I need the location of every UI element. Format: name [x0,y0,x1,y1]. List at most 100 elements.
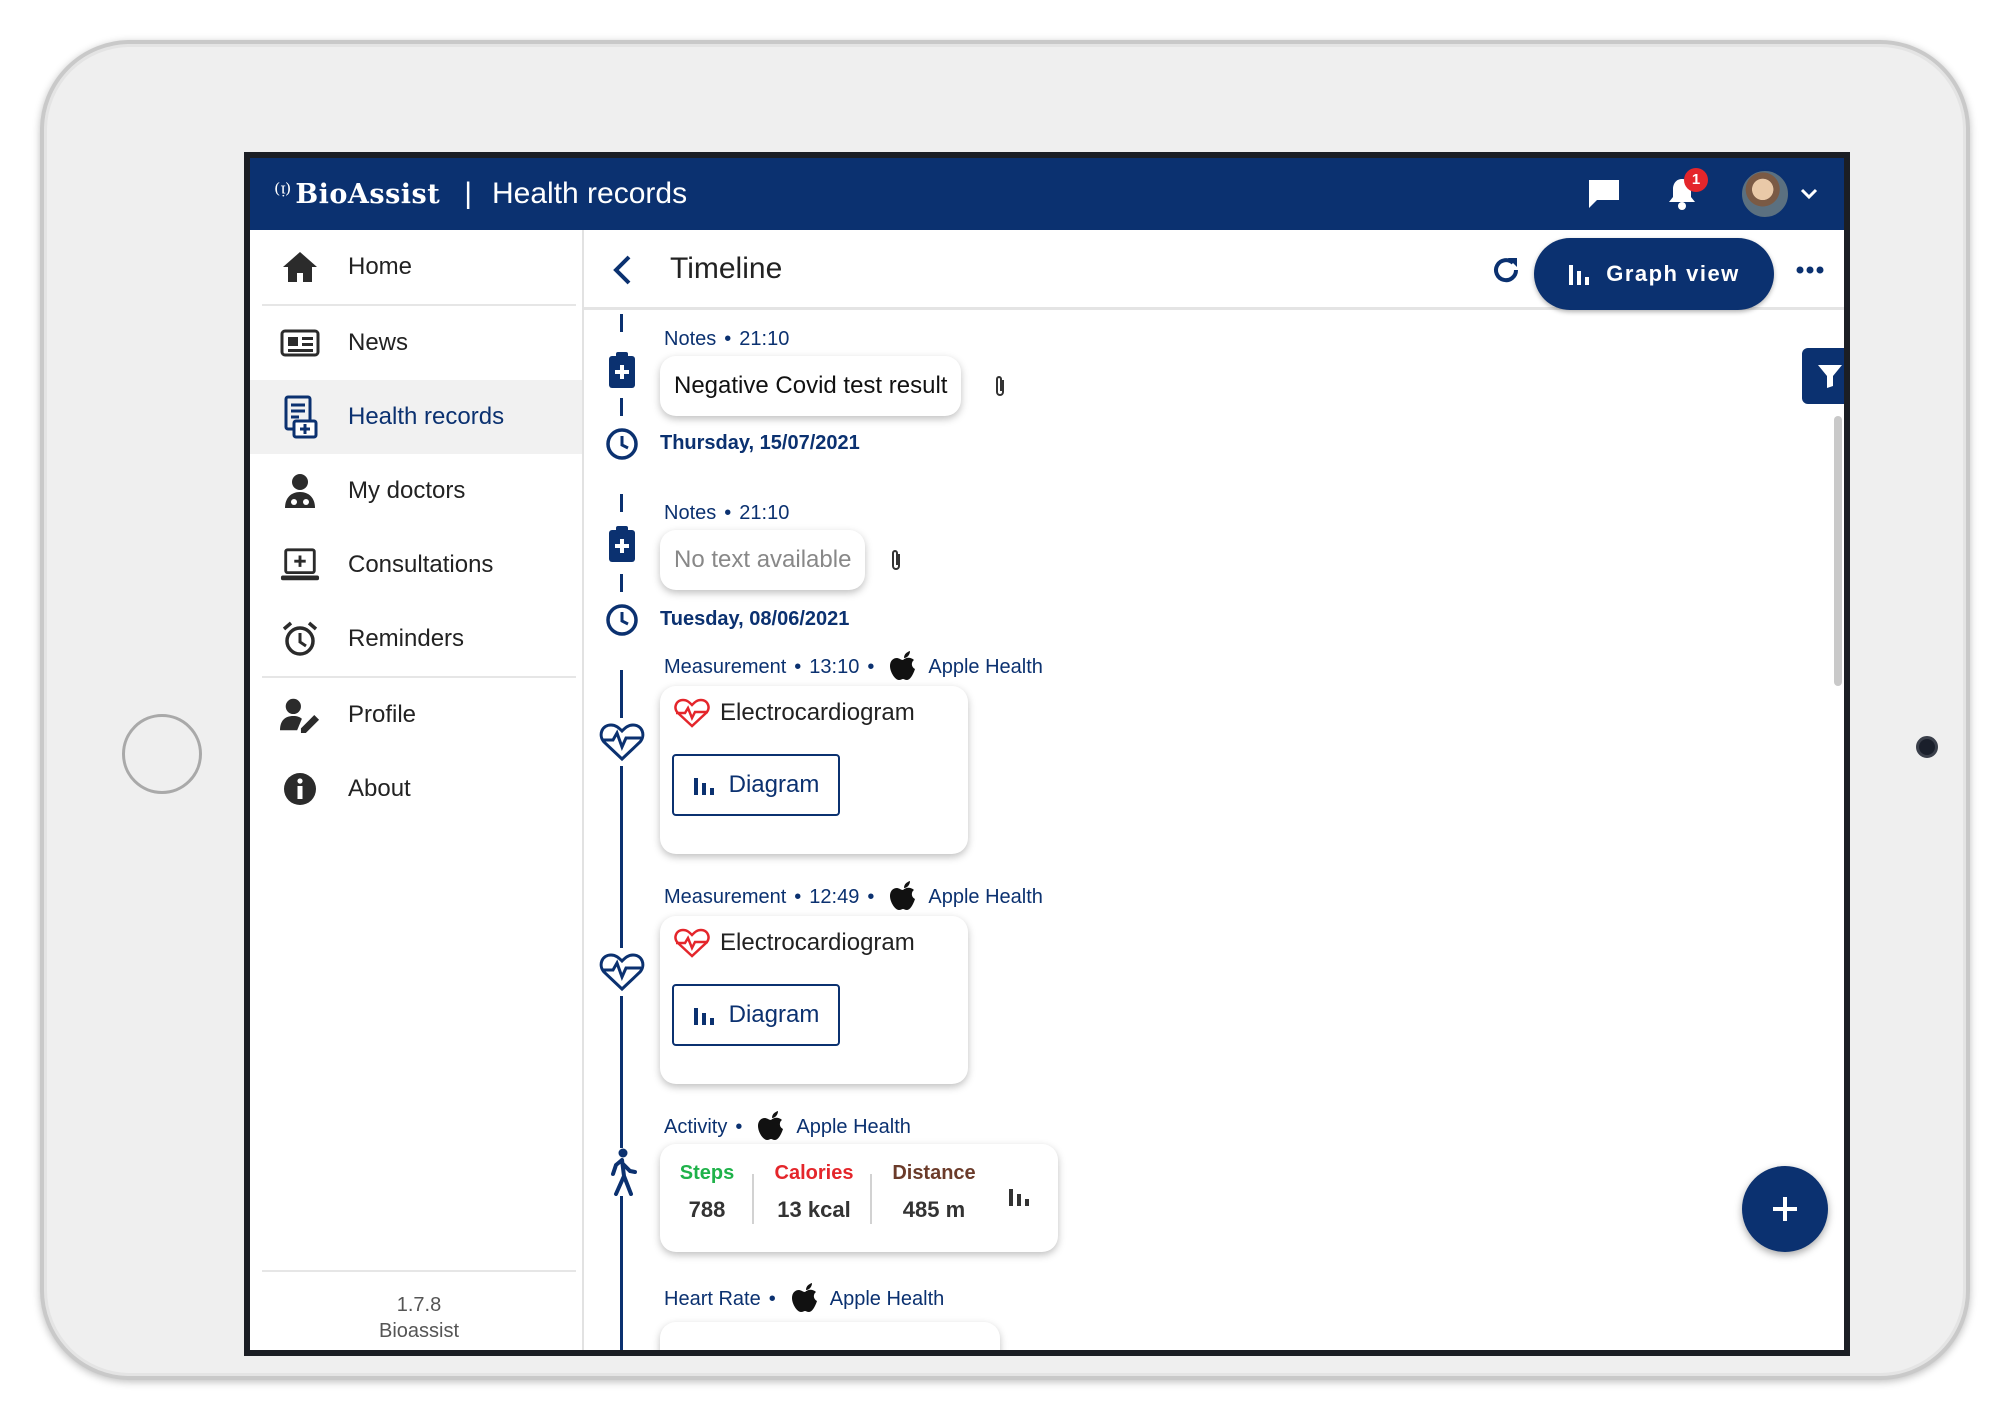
heart-pulse-icon [674,698,710,728]
entry-meta: Measurement • 13:10 • Apple Health [664,650,1043,684]
attachment-icon[interactable] [990,372,1010,402]
attachment-icon[interactable] [886,546,906,576]
entry-source: Apple Health [928,885,1043,908]
bar-chart-icon [693,775,715,795]
sidebar-item-health-records[interactable]: Health records [250,380,582,454]
heart-rate-card[interactable] [660,1322,1000,1350]
entry-time: 12:49 [809,885,860,908]
entry-meta: Measurement • 12:49 • Apple Health [664,880,1043,914]
sidebar-item-about[interactable]: About [250,752,582,826]
sidebar-item-my-doctors[interactable]: My doctors [250,454,582,528]
top-actions: 1 [1552,158,1824,230]
entry-type: Notes [664,328,717,350]
entry-type: Activity [664,1115,728,1138]
steps-value: 788 [688,1197,726,1222]
clock-icon [598,596,646,644]
heart-rate-icon [598,948,646,996]
chat-button[interactable] [1578,168,1630,220]
meta-separator: • [867,655,875,678]
page-title: Health records [492,177,688,210]
timeline-connector [620,398,623,416]
meta-separator: • [735,1115,743,1138]
laptop-medical-icon [280,545,320,585]
avatar [1740,169,1790,219]
note-text: No text available [674,546,852,573]
content-header: Timeline Graph view [584,230,1844,310]
ecg-card-header: Electrocardiogram [674,928,915,958]
chat-icon [1589,180,1619,208]
diagram-button[interactable]: Diagram [672,984,840,1046]
activity-card[interactable]: Steps 788 Calories 13 kcal Distance 485 … [660,1144,1058,1252]
app-screen: ⁽ᵎ⁾ BioAssist | Health records 1 Home Ne… [244,152,1850,1356]
scrollbar[interactable] [1834,416,1842,686]
sidebar-item-consultations[interactable]: Consultations [250,528,582,602]
entry-type: Notes [664,502,717,524]
sidebar-item-label: News [348,329,409,356]
notes-clipboard-icon [598,520,646,568]
sidebar-item-label: Health records [348,403,505,430]
entry-source: Apple Health [796,1115,911,1138]
diagram-label: Diagram [728,771,820,798]
note-card[interactable]: No text available [660,530,866,590]
info-icon [280,769,320,809]
activity-chart-button[interactable] [1008,1186,1030,1211]
sidebar-item-home[interactable]: Home [250,230,582,304]
timeline-connector [620,574,623,592]
newspaper-icon [280,323,320,363]
more-options-button[interactable] [1788,248,1832,292]
steps-stat: Steps 788 [676,1162,738,1223]
filter-icon [1818,365,1842,388]
add-entry-button[interactable] [1742,1166,1828,1252]
ecg-card[interactable]: Electrocardiogram Diagram [660,916,968,1084]
bar-chart-icon [1009,1189,1029,1206]
apple-icon [888,650,918,684]
apple-icon [888,880,918,914]
sidebar-item-label: Reminders [348,625,465,652]
date-heading: Thursday, 15/07/2021 [660,432,860,454]
entry-meta: Notes • 21:10 [664,328,789,351]
chevron-down-icon [1800,188,1818,200]
steps-label: Steps [679,1162,735,1184]
version-number: 1.7.8 [396,1294,442,1316]
doctor-icon [280,471,320,511]
graph-view-button[interactable]: Graph view [1534,238,1774,310]
ecg-card[interactable]: Electrocardiogram Diagram [660,686,968,854]
ecg-card-header: Electrocardiogram [674,698,915,728]
sidebar-item-reminders[interactable]: Reminders [250,602,582,676]
meta-separator: • [794,885,802,908]
sidebar-item-label: My doctors [348,477,466,504]
entry-source: Apple Health [928,655,1043,678]
entry-meta: Notes • 21:10 [664,502,789,525]
entry-type: Measurement [664,885,787,908]
diagram-label: Diagram [728,1001,820,1028]
filter-button[interactable] [1802,348,1844,404]
apple-icon [790,1282,820,1316]
entry-time: 21:10 [739,502,790,524]
diagram-button[interactable]: Diagram [672,754,840,816]
sidebar: Home News Health records My doctors Cons… [250,230,584,1350]
back-button[interactable] [600,248,644,292]
main-content: Timeline Graph view Notes • 21:10 Negati… [584,230,1844,1350]
device-home-button[interactable] [122,714,202,794]
device-camera [1916,736,1938,758]
note-card[interactable]: Negative Covid test result [660,356,962,416]
refresh-button[interactable] [1484,248,1528,292]
brand[interactable]: ⁽ᵎ⁾ BioAssist [274,179,440,210]
ecg-title: Electrocardiogram [720,929,915,956]
distance-stat: Distance 485 m [880,1162,988,1223]
clock-icon [598,420,646,468]
heart-rate-icon [598,718,646,766]
date-heading: Tuesday, 08/06/2021 [660,608,850,630]
bar-chart-icon [693,1005,715,1025]
notifications-button[interactable]: 1 [1656,168,1708,220]
user-edit-icon [280,695,320,735]
user-menu[interactable] [1734,168,1824,220]
sidebar-item-label: Home [348,253,413,280]
title-separator: | [464,177,472,210]
stat-divider [870,1174,872,1224]
heart-pulse-icon [674,928,710,958]
sidebar-item-profile[interactable]: Profile [250,678,582,752]
sidebar-item-news[interactable]: News [250,306,582,380]
graph-view-label: Graph view [1606,261,1740,286]
meta-separator: • [724,328,732,350]
